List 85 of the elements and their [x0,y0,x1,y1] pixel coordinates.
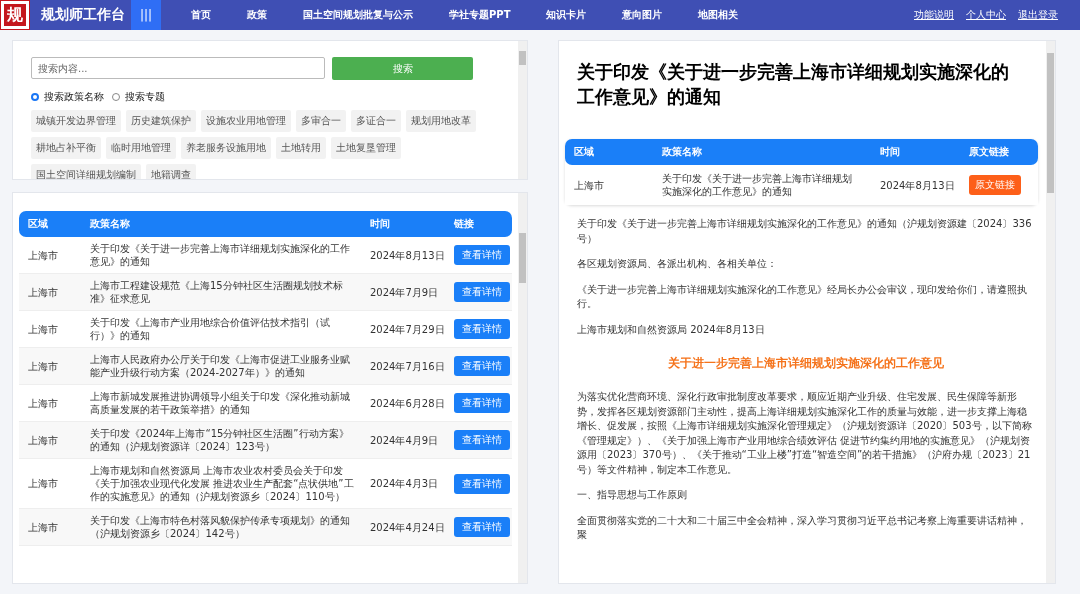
table-cell-text: 上海市 [27,359,59,373]
topic-tag[interactable]: 土地转用 [276,137,326,159]
topic-tag[interactable]: 多证合一 [351,110,401,132]
topic-tag[interactable]: 城镇开发边界管理 [31,110,121,132]
details-button[interactable]: 查看详情 [454,245,510,265]
topic-tag[interactable]: 历史建筑保护 [126,110,196,132]
document-title: 关于印发《关于进一步完善上海市详细规划实施深化的工作意见》的通知 [577,60,1010,109]
table-cell-text: 上海市规划和自然资源局 上海市农业农村委员会关于印发《关于加强农业现代化发展 推进农业生产配套“点状供地”工作的实施意见》的通知（沪规划资源乡〔2024〕110号） [89,464,355,503]
nav-link[interactable]: 学社专题PPT [441,8,525,22]
paragraph: 为落实优化营商环境、深化行政审批制度改革要求，顺应近期产业升级、住宅发展、民生保障等新形势，发挥各区规划资源部门主动性，提高上海详细规划实施深化工作的质量与效能，进一步支撑上海稳增长、促发展，按照《上海市详细规划实施深化管理规定》（沪规划资源详〔2020〕503号，以下简称《管理规定》）、《关于加强上海市产业用地综合绩效评估 促进节约集约用地的实施意见》（沪规划资源用〔2023〕370号）、《关于推动“工业上楼”打造“智造空间”的若干措施》（沪府办规〔2023〕21号）等文件精神，制定本工作意见。 [577,390,1033,477]
section-heading: 关于进一步完善上海市详细规划实施深化的工作意见 [666,355,945,372]
header-link[interactable]: 功能说明 [914,8,954,22]
details-button[interactable]: 查看详情 [454,393,510,413]
topic-tag[interactable]: 多审合一 [296,110,346,132]
paragraph: 一、指导思想与工作原则 [577,488,688,502]
topic-tag[interactable]: 国土空间详细规划编制 [31,164,141,179]
column-header: 时间 [369,217,391,231]
table-cell-text: 2024年7月29日 [369,322,445,336]
header-link[interactable]: 退出登录 [1018,8,1058,22]
table-cell-text: 关于印发《2024年上海市“15分钟社区生活圈”行动方案》的通知（沪规划资源详〔2024〕123号） [89,427,350,453]
topic-tag[interactable]: 规划用地改革 [406,110,476,132]
nav-link[interactable]: 地图相关 [690,8,753,22]
table-cell-text: 2024年4月3日 [369,477,440,490]
table-cell-text: 上海市 [27,248,59,262]
details-button[interactable]: 查看详情 [454,319,510,339]
logo-icon: 规 [1,1,29,29]
scrollbar[interactable] [518,41,527,179]
radio-button[interactable] [31,93,39,101]
paragraph: 《关于进一步完善上海市详细规划实施深化的工作意见》经局长办公会审议，现印发给你们，请遵照执行。 [577,282,1028,311]
details-button[interactable]: 查看详情 [454,473,510,494]
scrollbar[interactable] [1046,41,1055,583]
paragraph: 各区规划资源局、各派出机构、各相关单位： [577,257,778,271]
radio-label: 搜索专题 [125,90,165,104]
table-cell-text: 2024年8月13日 [879,178,956,192]
column-header: 原文链接 [968,145,1010,159]
header-link[interactable]: 个人中心 [966,8,1006,22]
column-header: 政策名称 [661,145,703,159]
topic-tag[interactable]: 地籍调查 [146,164,196,179]
details-button[interactable]: 查看详情 [454,430,510,450]
nav-link[interactable]: 国土空间规划批复与公示 [295,8,427,22]
details-button[interactable]: 查看详情 [454,282,510,302]
table-cell-text: 关于印发《关于进一步完善上海市详细规划实施深化的工作意见》的通知 [661,172,853,198]
table-cell-text: 上海市 [27,477,59,490]
topic-tag[interactable]: 养老服务设施用地 [181,137,271,159]
table-cell-text: 上海市 [27,322,59,336]
search-field[interactable]: 搜索内容... [31,57,325,79]
table-cell-text: 上海市 [27,520,59,534]
details-button[interactable]: 查看详情 [454,356,510,376]
paragraph: 全面贯彻落实党的二十大和二十届三中全会精神，深入学习贯彻习近平总书记考察上海重要讲话精神，聚 [577,513,1028,542]
table-cell-text: 上海市 [27,433,59,447]
nav-link[interactable]: 政策 [239,8,281,22]
column-header: 时间 [879,145,901,159]
table-cell-text: 2024年7月9日 [369,285,440,299]
table-cell-text: 上海市 [27,285,59,299]
nav-link[interactable]: 知识卡片 [538,8,601,22]
table-cell-text: 2024年8月13日 [369,248,445,262]
topic-tag[interactable]: 临时用地管理 [106,137,176,159]
scrollbar[interactable] [518,193,527,583]
topic-tag[interactable]: 耕地占补平衡 [31,137,101,159]
nav-link[interactable]: 意向图片 [614,8,677,22]
table-cell-text: 上海市新城发展推进协调领导小组关于印发《深化推动新城高质量发展的若干政策举措》的通知 [89,390,351,416]
table-cell-text: 2024年4月9日 [369,433,440,447]
table-cell-text: 上海市 [573,178,605,192]
column-header: 链接 [453,217,475,231]
table-cell-text: 关于印发《上海市产业用地综合价值评估技术指引（试行）》的通知 [89,316,331,342]
details-button[interactable]: 查看详情 [454,517,510,537]
table-cell-text: 上海市工程建设规范《上海15分钟社区生活圈规划技术标准》征求意见 [89,279,344,305]
table-cell-text: 关于印发《关于进一步完善上海市详细规划实施深化的工作意见》的通知 [89,242,351,268]
menu-button[interactable]: ||| [131,0,161,30]
table-cell-text: 2024年4月24日 [369,520,445,534]
table-cell-text: 上海市 [27,396,59,410]
column-header: 区域 [573,145,595,159]
paragraph: 上海市规划和自然资源局 2024年8月13日 [577,322,766,337]
paragraph: 关于印发《关于进一步完善上海市详细规划实施深化的工作意见》的通知（沪规划资源建〔2024〕336号） [577,217,1033,246]
column-header: 政策名称 [89,217,131,231]
nav-link[interactable]: 首页 [183,8,225,22]
column-header: 区域 [27,217,49,231]
topic-tag[interactable]: 设施农业用地管理 [201,110,291,132]
radio-label: 搜索政策名称 [44,90,104,104]
table-cell-text: 2024年6月28日 [369,396,445,410]
app-title: 规划师工作台 [41,6,126,24]
topic-tag[interactable]: 土地复垦管理 [331,137,401,159]
table-cell-text: 关于印发《上海市特色村落风貌保护传承专项规划》的通知（沪规划资源乡〔2024〕142号） [89,514,351,540]
table-cell-text: 上海市人民政府办公厅关于印发《上海市促进工业服务业赋能产业升级行动方案（2024-2027年）》的通知 [89,353,351,379]
table-cell-text: 2024年7月16日 [369,359,445,373]
